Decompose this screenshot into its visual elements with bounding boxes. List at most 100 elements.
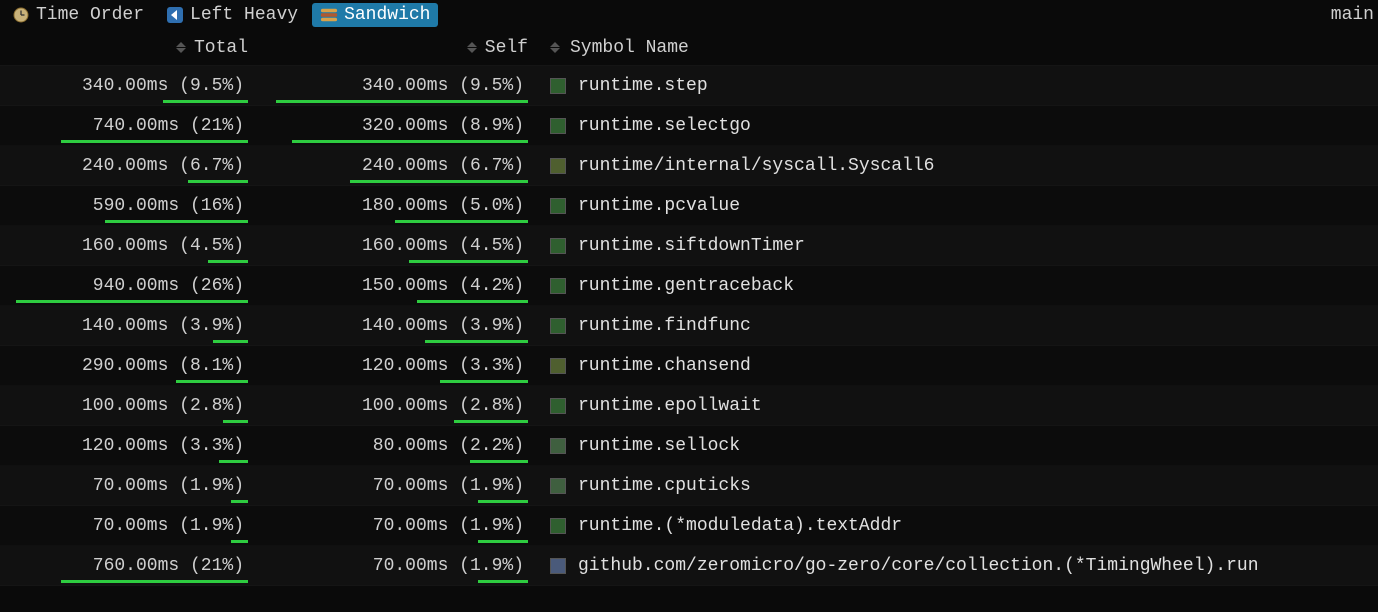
table-row[interactable]: 240.00ms (6.7%) 240.00ms (6.7%) runtime/in… xyxy=(0,146,1378,186)
self-bar xyxy=(454,420,528,423)
cell-total: 240.00ms (6.7%) xyxy=(0,146,260,185)
table-row[interactable]: 740.00ms (21%)320.00ms (8.9%)runtime.sel… xyxy=(0,106,1378,146)
table-row[interactable]: 590.00ms (16%)180.00ms (5.0%)runtime.pcv… xyxy=(0,186,1378,226)
color-swatch xyxy=(550,238,566,254)
symbol-name: runtime.step xyxy=(578,76,708,96)
self-value: 70.00ms (1.9%) xyxy=(373,556,524,576)
sort-icon xyxy=(550,42,560,53)
total-bar xyxy=(208,260,248,263)
sort-icon xyxy=(467,42,477,53)
cell-total: 940.00ms (26%) xyxy=(0,266,260,305)
header-self[interactable]: Self xyxy=(260,38,540,58)
total-bar xyxy=(188,180,248,183)
self-bar xyxy=(478,500,528,503)
table-row[interactable]: 70.00ms (1.9%) 70.00ms (1.9%) runtime.cput… xyxy=(0,466,1378,506)
self-bar xyxy=(395,220,528,223)
cell-total: 70.00ms (1.9%) xyxy=(0,466,260,505)
header-symbol[interactable]: Symbol Name xyxy=(540,38,1378,58)
total-bar xyxy=(223,420,248,423)
table-row[interactable]: 160.00ms (4.5%) 160.00ms (4.5%) runtime.si… xyxy=(0,226,1378,266)
color-swatch xyxy=(550,118,566,134)
cell-total: 100.00ms (2.8%) xyxy=(0,386,260,425)
self-value: 150.00ms (4.2%) xyxy=(362,276,524,296)
tab-label: Time Order xyxy=(36,5,144,25)
total-value: 70.00ms (1.9%) xyxy=(93,516,244,536)
total-value: 160.00ms (4.5%) xyxy=(82,236,244,256)
tab-sandwich[interactable]: Sandwich xyxy=(312,3,438,27)
total-value: 70.00ms (1.9%) xyxy=(93,476,244,496)
self-bar xyxy=(425,340,528,343)
cell-symbol: runtime.cputicks xyxy=(540,476,1378,496)
symbol-name: runtime.siftdownTimer xyxy=(578,236,805,256)
self-value: 320.00ms (8.9%) xyxy=(362,116,524,136)
self-value: 240.00ms (6.7%) xyxy=(362,156,524,176)
total-bar xyxy=(105,220,248,223)
table-row[interactable]: 100.00ms (2.8%)100.00ms (2.8%)runtime.ep… xyxy=(0,386,1378,426)
cell-symbol: runtime.epollwait xyxy=(540,396,1378,416)
header-total[interactable]: Total xyxy=(0,38,260,58)
cell-self: 70.00ms (1.9%) xyxy=(260,546,540,585)
clock-icon xyxy=(12,6,30,24)
self-value: 160.00ms (4.5%) xyxy=(362,236,524,256)
cell-total: 740.00ms (21%) xyxy=(0,106,260,145)
total-bar xyxy=(61,140,248,143)
cell-symbol: runtime.step xyxy=(540,76,1378,96)
cell-symbol: runtime/internal/syscall.Syscall6 xyxy=(540,156,1378,176)
sandwich-icon xyxy=(320,6,338,24)
symbol-name: runtime.epollwait xyxy=(578,396,762,416)
cell-self: 70.00ms (1.9%) xyxy=(260,466,540,505)
table-row[interactable]: 290.00ms (8.1%) 120.00ms (3.3%) runtime.ch… xyxy=(0,346,1378,386)
color-swatch xyxy=(550,478,566,494)
symbol-name: runtime/internal/syscall.Syscall6 xyxy=(578,156,934,176)
total-value: 940.00ms (26%) xyxy=(93,276,244,296)
table-body: 340.00ms (9.5%)340.00ms (9.5%)runtime.st… xyxy=(0,66,1378,586)
self-bar xyxy=(292,140,528,143)
self-value: 120.00ms (3.3%) xyxy=(362,356,524,376)
total-bar xyxy=(176,380,248,383)
total-bar xyxy=(213,340,248,343)
cell-symbol: github.com/zeromicro/go-zero/core/collec… xyxy=(540,556,1378,576)
total-bar xyxy=(219,460,248,463)
table-row[interactable]: 340.00ms (9.5%)340.00ms (9.5%)runtime.st… xyxy=(0,66,1378,106)
symbol-name: runtime.sellock xyxy=(578,436,740,456)
symbol-name: github.com/zeromicro/go-zero/core/collec… xyxy=(578,556,1259,576)
total-bar xyxy=(231,500,248,503)
sort-icon xyxy=(176,42,186,53)
cell-symbol: runtime.sellock xyxy=(540,436,1378,456)
total-value: 290.00ms (8.1%) xyxy=(82,356,244,376)
color-swatch xyxy=(550,518,566,534)
tab-label: Left Heavy xyxy=(190,5,298,25)
cell-self: 70.00ms (1.9%) xyxy=(260,506,540,545)
arrow-left-icon xyxy=(166,6,184,24)
self-value: 140.00ms (3.9%) xyxy=(362,316,524,336)
symbol-name: runtime.(*moduledata).textAddr xyxy=(578,516,902,536)
self-value: 70.00ms (1.9%) xyxy=(373,516,524,536)
total-value: 240.00ms (6.7%) xyxy=(82,156,244,176)
cell-total: 70.00ms (1.9%) xyxy=(0,506,260,545)
cell-self: 150.00ms (4.2%) xyxy=(260,266,540,305)
color-swatch xyxy=(550,158,566,174)
table-row[interactable]: 760.00ms (21%)70.00ms (1.9%)github.com/z… xyxy=(0,546,1378,586)
color-swatch xyxy=(550,198,566,214)
total-bar xyxy=(61,580,248,583)
symbol-name: runtime.chansend xyxy=(578,356,751,376)
cell-self: 240.00ms (6.7%) xyxy=(260,146,540,185)
total-value: 100.00ms (2.8%) xyxy=(82,396,244,416)
table-row[interactable]: 120.00ms (3.3%)80.00ms (2.2%)runtime.sel… xyxy=(0,426,1378,466)
table-row[interactable]: 70.00ms (1.9%) 70.00ms (1.9%) runtime.(*mo… xyxy=(0,506,1378,546)
tab-left-heavy[interactable]: Left Heavy xyxy=(158,3,306,27)
total-value: 140.00ms (3.9%) xyxy=(82,316,244,336)
tab-time-order[interactable]: Time Order xyxy=(4,3,152,27)
context-label: main xyxy=(1331,5,1374,25)
cell-total: 160.00ms (4.5%) xyxy=(0,226,260,265)
total-value: 590.00ms (16%) xyxy=(93,196,244,216)
self-value: 180.00ms (5.0%) xyxy=(362,196,524,216)
table-row[interactable]: 940.00ms (26%)150.00ms (4.2%)runtime.gen… xyxy=(0,266,1378,306)
tab-label: Sandwich xyxy=(344,5,430,25)
cell-symbol: runtime.chansend xyxy=(540,356,1378,376)
self-bar xyxy=(478,540,528,543)
self-value: 70.00ms (1.9%) xyxy=(373,476,524,496)
symbol-name: runtime.cputicks xyxy=(578,476,751,496)
table-row[interactable]: 140.00ms (3.9%)140.00ms (3.9%)runtime.fi… xyxy=(0,306,1378,346)
cell-symbol: runtime.siftdownTimer xyxy=(540,236,1378,256)
